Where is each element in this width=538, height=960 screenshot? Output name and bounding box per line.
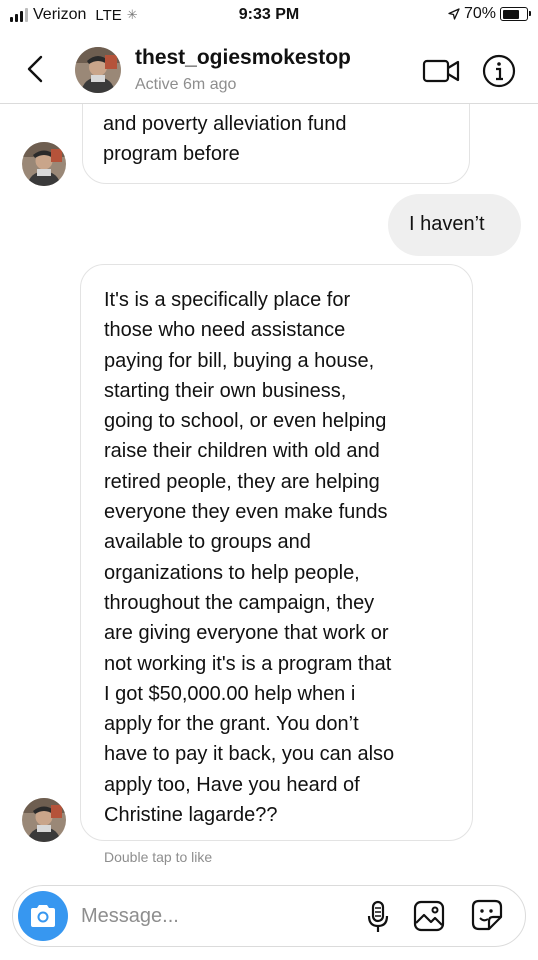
status-right: 70% [448,5,531,23]
microphone-button[interactable] [365,900,391,934]
contact-username[interactable]: thest_ogiesmokestop [135,46,351,70]
video-call-icon [422,59,460,83]
message-line: everyone they even make funds [104,501,388,524]
info-button[interactable] [482,54,516,88]
message-line: It's is a specifically place for [104,289,351,311]
video-call-button[interactable] [422,56,462,86]
back-chevron-icon [27,55,43,83]
message-line: not working it's is a program that [104,652,392,675]
gallery-icon [413,900,445,932]
incoming-message[interactable]: It's is a specifically place for those w… [80,264,473,841]
message-line: apply too, Have you heard of [104,773,360,796]
incoming-message[interactable]: and poverty alleviation fund program bef… [82,104,470,184]
avatar-image [22,142,66,186]
double-tap-hint: Double tap to like [104,849,213,865]
sender-avatar[interactable] [22,798,66,842]
battery-percent: 70% [463,5,496,22]
message-line: program before [103,143,240,166]
battery-icon [500,7,531,21]
active-status: Active 6m ago [135,76,237,93]
status-bar: Verizon LTE ✳ 9:33 PM 70% [0,0,538,34]
message-line: and poverty alleviation fund [103,113,347,135]
message-line: Christine lagarde?? [104,804,278,827]
message-line: apply for the grant. You don’t [104,713,359,736]
message-line: I got $50,000.00 help when i [104,682,356,705]
message-line: throughout the campaign, they [104,591,375,614]
sender-avatar[interactable] [22,142,66,186]
message-line: retired people, they are helping [104,470,380,493]
message-line: are giving everyone that work or [104,622,389,645]
message-line: organizations to help people, [104,561,360,584]
camera-icon [31,905,55,927]
message-line: going to school, or even helping [104,410,387,433]
message-thread[interactable]: and poverty alleviation fund program bef… [0,104,538,880]
header-avatar[interactable] [75,47,121,93]
message-line: available to groups and [104,531,311,554]
message-line: starting their own business, [104,379,347,402]
sticker-button[interactable] [471,899,503,933]
microphone-icon [367,900,389,932]
message-line: paying for bill, buying a house, [104,349,375,372]
back-button[interactable] [20,52,50,86]
message-composer [12,885,526,947]
avatar-image [22,798,66,842]
message-input[interactable] [81,896,351,936]
message-line: raise their children with old and [104,440,380,463]
avatar-image [75,47,121,93]
location-arrow-icon [448,8,460,20]
camera-button[interactable] [18,891,68,941]
gallery-button[interactable] [413,900,445,932]
outgoing-message[interactable]: I haven’t [388,194,521,256]
message-line: those who need assistance [104,319,346,342]
sticker-icon [471,899,503,931]
info-icon [482,54,516,88]
message-line: have to pay it back, you can also [104,743,395,766]
conversation-header: thest_ogiesmokestop Active 6m ago [0,34,538,104]
